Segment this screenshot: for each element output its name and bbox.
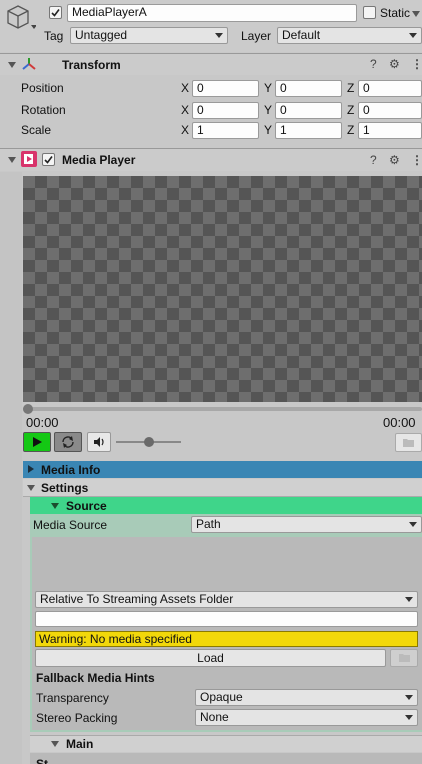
rotation-y-field[interactable]: 0	[275, 102, 342, 119]
stereo-packing-value: None	[200, 710, 229, 724]
more-menu-icon[interactable]: ⋮	[411, 57, 422, 71]
media-info-label: Media Info	[41, 463, 101, 477]
video-preview	[23, 176, 422, 402]
media-source-value: Path	[196, 517, 221, 531]
scale-z-axis[interactable]: Z	[347, 122, 357, 138]
position-y-field[interactable]: 0	[275, 80, 342, 97]
source-foldout-icon[interactable]	[51, 503, 59, 509]
tag-label: Tag	[44, 29, 64, 43]
layer-label: Layer	[241, 29, 272, 43]
checkmark-icon	[51, 9, 60, 17]
no-media-warning: Warning: No media specified	[35, 631, 418, 647]
chevron-down-icon	[409, 33, 417, 38]
loop-icon	[62, 436, 74, 448]
seek-bar[interactable]	[23, 407, 422, 411]
transparency-label: Transparency	[36, 691, 109, 705]
rotation-x-field[interactable]: 0	[192, 102, 259, 119]
play-button[interactable]	[23, 432, 51, 452]
left-gutter	[0, 172, 22, 764]
position-x-axis[interactable]: X	[181, 80, 191, 96]
rotation-label: Rotation	[21, 103, 66, 117]
volume-icon	[94, 437, 104, 447]
transparency-value: Opaque	[200, 690, 243, 704]
preset-icon[interactable]: ⚙	[389, 153, 400, 167]
rotation-x-axis[interactable]: X	[181, 102, 191, 118]
main-label: Main	[66, 737, 94, 751]
media-player-enabled-checkbox[interactable]	[42, 153, 55, 166]
media-path-input[interactable]	[35, 611, 418, 627]
media-info-foldout-icon[interactable]	[28, 465, 34, 473]
loop-button[interactable]	[54, 432, 82, 452]
position-z-field[interactable]: 0	[358, 80, 422, 97]
tag-value: Untagged	[75, 28, 128, 42]
load-button[interactable]: Load	[35, 649, 386, 667]
scale-x-field[interactable]: 1	[192, 122, 259, 139]
chevron-down-icon	[215, 33, 223, 38]
chevron-down-icon	[405, 715, 413, 720]
browse-folder-button[interactable]	[390, 649, 418, 667]
layer-value: Default	[282, 28, 321, 42]
rotation-y-axis[interactable]: Y	[264, 102, 274, 118]
stereo-packing-dropdown[interactable]: None	[195, 709, 418, 726]
chevron-down-icon	[405, 695, 413, 700]
path-type-dropdown[interactable]: Relative To Streaming Assets Folder	[35, 591, 418, 608]
scale-y-field[interactable]: 1	[275, 122, 342, 139]
play-icon	[33, 437, 42, 447]
checkmark-icon	[44, 156, 53, 164]
help-icon[interactable]: ?	[370, 153, 377, 167]
chevron-down-icon	[405, 597, 413, 602]
stereo-packing-label: Stereo Packing	[36, 711, 118, 725]
scale-x-axis[interactable]: X	[181, 122, 191, 138]
media-source-label: Media Source	[33, 518, 108, 532]
volume-slider-handle[interactable]	[143, 437, 154, 447]
seek-handle[interactable]	[23, 404, 33, 414]
transparency-dropdown[interactable]: Opaque	[195, 689, 418, 706]
time-end: 00:00	[383, 415, 416, 430]
static-label: Static	[380, 6, 411, 20]
settings-label: Settings	[41, 481, 89, 495]
scale-label: Scale	[21, 123, 52, 137]
mute-button[interactable]	[87, 432, 111, 452]
main-foldout-icon[interactable]	[51, 741, 59, 747]
media-source-dropdown[interactable]: Path	[191, 516, 422, 533]
preset-icon[interactable]: ⚙	[389, 57, 400, 71]
time-start: 00:00	[26, 415, 59, 430]
position-label: Position	[21, 81, 64, 95]
media-player-icon	[21, 151, 37, 167]
more-menu-icon[interactable]: ⋮	[411, 153, 422, 167]
object-name-input[interactable]: MediaPlayerA	[67, 4, 357, 22]
gameobject-cube-icon[interactable]	[6, 3, 37, 35]
position-x-field[interactable]: 0	[192, 80, 259, 97]
static-checkbox[interactable]	[363, 6, 376, 19]
media-player-foldout-icon[interactable]	[8, 157, 16, 163]
scale-z-field[interactable]: 1	[358, 122, 422, 139]
folder-icon	[399, 654, 410, 662]
position-z-axis[interactable]: Z	[347, 80, 357, 96]
tag-dropdown[interactable]: Untagged	[70, 27, 228, 44]
main-partial-label: St...	[36, 757, 59, 764]
path-type-value: Relative To Streaming Assets Folder	[40, 592, 234, 606]
scale-y-axis[interactable]: Y	[264, 122, 274, 138]
open-folder-button[interactable]	[395, 433, 422, 452]
transform-foldout-icon[interactable]	[8, 62, 16, 68]
rotation-z-field[interactable]: 0	[358, 102, 422, 119]
main-panel	[30, 753, 422, 764]
static-dropdown-icon[interactable]	[412, 11, 420, 17]
inspector-panel: { "object": {"name": "MediaPlayerA", "st…	[0, 0, 422, 764]
source-label: Source	[66, 499, 107, 513]
settings-foldout-icon[interactable]	[27, 485, 35, 491]
chevron-down-icon	[409, 522, 417, 527]
transform-title: Transform	[62, 58, 121, 72]
active-checkbox[interactable]	[49, 6, 62, 19]
media-player-title: Media Player	[62, 153, 136, 167]
fallback-hints-title: Fallback Media Hints	[36, 671, 155, 685]
layer-dropdown[interactable]: Default	[277, 27, 422, 44]
rotation-z-axis[interactable]: Z	[347, 102, 357, 118]
position-y-axis[interactable]: Y	[264, 80, 274, 96]
transform-icon	[22, 57, 36, 71]
folder-icon	[403, 439, 414, 447]
help-icon[interactable]: ?	[370, 57, 377, 71]
